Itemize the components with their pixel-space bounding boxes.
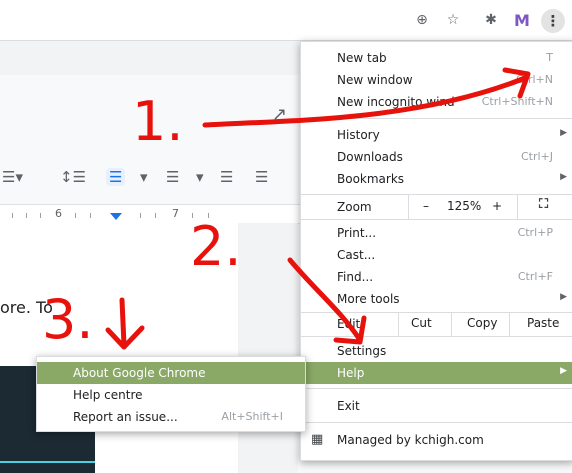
menu-item-label: Settings <box>337 344 387 358</box>
submenu-item-about-chrome[interactable]: About Google Chrome <box>37 362 305 384</box>
star-icon[interactable]: ☆ <box>444 11 462 29</box>
ruler-number: 6 <box>55 207 62 220</box>
menu-item-new-incognito[interactable]: New incognito wind Ctrl+Shift+N <box>301 91 572 113</box>
align-dropdown-icon[interactable]: ☰▾ <box>2 168 23 186</box>
chevron-right-icon: ▶ <box>560 172 567 182</box>
submenu-item-label: Help centre <box>73 388 143 402</box>
chevron-right-icon: ▶ <box>560 128 567 138</box>
checklist-icon[interactable]: ☰ <box>106 168 126 186</box>
menu-item-label: Bookmarks <box>337 172 405 186</box>
menu-separator <box>301 118 572 119</box>
chrome-menu: New tab T New window Ctrl+N New incognit… <box>300 41 572 461</box>
menu-item-label: History <box>337 128 380 142</box>
checklist-dropdown-icon[interactable]: ▾ <box>140 168 148 186</box>
zoom-in-button[interactable]: + <box>492 199 502 213</box>
page-gutter <box>238 223 298 473</box>
menu-separator <box>301 388 572 389</box>
menu-item-find[interactable]: Find... Ctrl+F <box>301 266 572 288</box>
extensions-icon[interactable]: ✱ <box>482 11 500 29</box>
copy-button[interactable]: Copy <box>467 316 497 330</box>
submenu-item-shortcut: Alt+Shift+I <box>221 410 283 423</box>
increase-indent-icon[interactable]: ☰ <box>255 168 268 186</box>
menu-item-cast[interactable]: Cast... <box>301 244 572 266</box>
submenu-item-label: About Google Chrome <box>73 366 206 380</box>
building-icon: ▦ <box>311 432 324 447</box>
menu-item-settings[interactable]: Settings <box>301 340 572 362</box>
menu-item-shortcut: Ctrl+N <box>515 73 553 86</box>
submenu-item-report-issue[interactable]: Report an issue... Alt+Shift+I <box>37 406 305 428</box>
paste-button[interactable]: Paste <box>527 316 559 330</box>
menu-item-new-window[interactable]: New window Ctrl+N <box>301 69 572 91</box>
zoom-level: 125% <box>447 199 482 213</box>
fullscreen-icon[interactable]: ⛶ <box>539 197 548 212</box>
zoom-out-button[interactable]: – <box>423 199 429 213</box>
ruler: 6 7 <box>0 204 300 224</box>
menu-item-label: Downloads <box>337 150 403 164</box>
menu-zoom-row: Zoom – 125% + ⛶ <box>301 195 572 219</box>
menu-separator <box>301 422 572 423</box>
three-dot-menu-icon[interactable]: ⋮ <box>541 9 565 33</box>
line-spacing-icon[interactable]: ↕☰ <box>60 168 86 186</box>
menu-item-label: More tools <box>337 292 400 306</box>
menu-separator <box>301 219 572 220</box>
decrease-indent-icon[interactable]: ☰ <box>220 168 233 186</box>
chevron-right-icon: ▶ <box>560 292 567 302</box>
indent-marker[interactable] <box>110 213 122 220</box>
menu-item-label: Find... <box>337 270 374 284</box>
help-submenu: About Google Chrome Help centre Report a… <box>36 356 306 432</box>
menu-item-label: Cast... <box>337 248 376 262</box>
menu-item-new-tab[interactable]: New tab T <box>301 47 572 69</box>
menu-item-label: Help <box>337 366 365 380</box>
menu-item-help[interactable]: Help ▶ <box>301 362 572 384</box>
menu-item-print[interactable]: Print... Ctrl+P <box>301 222 572 244</box>
menu-item-more-tools[interactable]: More tools ▶ <box>301 288 572 310</box>
bulleted-dropdown-icon[interactable]: ▾ <box>196 168 204 186</box>
cut-button[interactable]: Cut <box>411 316 432 330</box>
menu-separator <box>301 336 572 337</box>
menu-item-history[interactable]: History ▶ <box>301 124 572 146</box>
menu-item-shortcut: Ctrl+J <box>520 150 553 163</box>
browser-toolbar: ⊕ ☆ ✱ M ⋮ <box>0 0 572 41</box>
edit-label: Edit <box>337 317 361 331</box>
menu-item-shortcut: Ctrl+P <box>517 226 553 239</box>
menu-item-managed[interactable]: ▦ Managed by kchigh.com <box>301 429 572 451</box>
zoom-label: Zoom <box>337 200 372 214</box>
doc-text: ore. To <box>0 298 53 317</box>
menu-item-label: New incognito wind <box>337 95 455 109</box>
ruler-number: 7 <box>172 207 179 220</box>
zoom-icon[interactable]: ⊕ <box>413 11 431 29</box>
menu-item-shortcut: Ctrl+Shift+N <box>481 95 553 108</box>
menu-item-bookmarks[interactable]: Bookmarks ▶ <box>301 168 572 190</box>
menu-item-label: New window <box>337 73 413 87</box>
menu-item-downloads[interactable]: Downloads Ctrl+J <box>301 146 572 168</box>
menu-item-label: Managed by kchigh.com <box>337 433 484 447</box>
submenu-item-help-centre[interactable]: Help centre <box>37 384 305 406</box>
chevron-right-icon: ▶ <box>560 366 567 376</box>
extension-m-icon[interactable]: M <box>513 11 531 30</box>
menu-item-shortcut: Ctrl+F <box>517 270 553 283</box>
menu-item-exit[interactable]: Exit <box>301 395 572 417</box>
menu-item-shortcut: T <box>546 51 553 64</box>
submenu-item-label: Report an issue... <box>73 410 178 424</box>
bulleted-list-icon[interactable]: ☰ <box>166 168 179 186</box>
trend-icon[interactable]: ↗ <box>272 104 287 125</box>
menu-item-label: Print... <box>337 226 377 240</box>
menu-item-label: New tab <box>337 51 387 65</box>
menu-edit-row: Edit Cut Copy Paste <box>301 312 572 336</box>
menu-item-label: Exit <box>337 399 360 413</box>
